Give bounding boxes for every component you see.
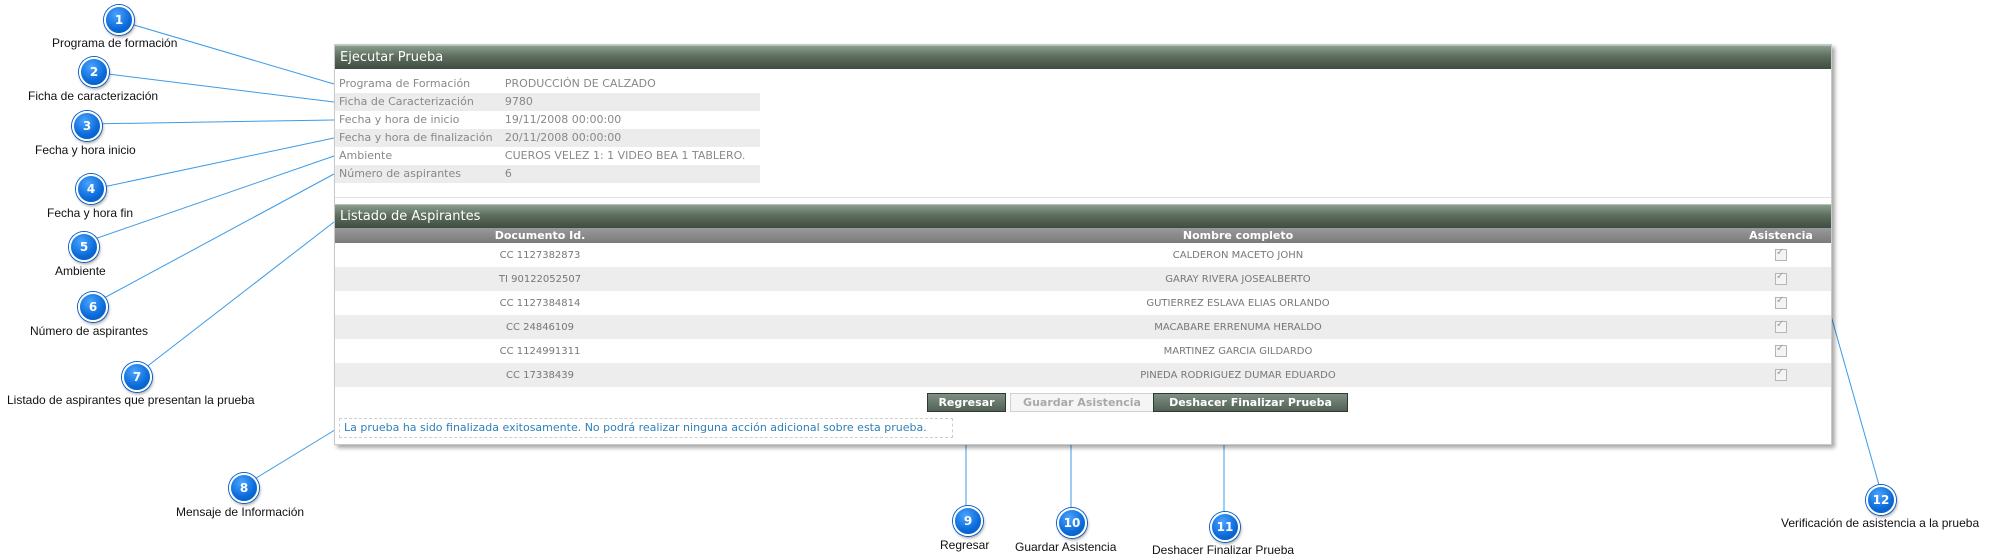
cell-asistencia	[1731, 291, 1831, 315]
callout-bubble-6: 6	[78, 292, 108, 322]
cell-asistencia	[1731, 267, 1831, 291]
callout-bubble-9: 9	[953, 506, 983, 536]
field-programa: Programa de Formación PRODUCCIÓN DE CALZ…	[335, 75, 760, 93]
table-row: CC 1124991311 MARTINEZ GARCIA GILDARDO	[335, 339, 1831, 363]
field-label: Ficha de Caracterización	[339, 95, 474, 108]
divider	[335, 197, 1831, 198]
callout-bubble-8: 8	[229, 473, 259, 503]
field-ficha: Ficha de Caracterización 9780	[335, 93, 760, 111]
cell-documento: CC 1124991311	[499, 345, 581, 357]
field-value: 19/11/2008 00:00:00	[504, 113, 622, 126]
column-header-asistencia[interactable]: Asistencia	[1731, 228, 1831, 243]
aspirantes-header: Listado de Aspirantes	[335, 204, 1831, 228]
cell-documento: CC 17338439	[335, 363, 745, 387]
table-row: CC 17338439 PINEDA RODRIGUEZ DUMAR EDUAR…	[335, 363, 1831, 387]
asistencia-checkbox[interactable]	[1775, 343, 1787, 357]
panel-header: Ejecutar Prueba	[335, 45, 1831, 69]
callout-label-12: Verificación de asistencia a la prueba	[1781, 516, 1980, 530]
field-fecha-inicio: Fecha y hora de inicio 19/11/2008 00:00:…	[335, 111, 760, 129]
cell-nombre: PINEDA RODRIGUEZ DUMAR EDUARDO	[745, 363, 1731, 387]
cell-documento: CC 24846109	[335, 315, 745, 339]
info-message: La prueba ha sido finalizada exitosament…	[339, 418, 953, 438]
callout-label-4: Fecha y hora fin	[47, 206, 134, 220]
field-label: Ambiente	[339, 149, 393, 162]
callout-bubble-3: 3	[72, 111, 102, 141]
callout-bubble-12: 12	[1866, 485, 1896, 515]
callout-label-8: Mensaje de Información	[176, 505, 305, 519]
field-label: Fecha y hora de inicio	[339, 113, 460, 126]
asistencia-checkbox[interactable]	[1775, 247, 1787, 261]
ejecutar-prueba-panel: Ejecutar Prueba Programa de Formación PR…	[334, 44, 1832, 445]
field-label: Número de aspirantes	[339, 167, 461, 180]
callout-bubble-2: 2	[79, 57, 109, 87]
callout-label-1: Programa de formación	[52, 36, 178, 50]
callout-label-11: Deshacer Finalizar Prueba	[1152, 543, 1295, 557]
cell-nombre: MACABARE ERRENUMA HERALDO	[745, 315, 1731, 339]
column-header-nombre[interactable]: Nombre completo	[745, 228, 1731, 243]
asistencia-checkbox[interactable]	[1775, 271, 1787, 285]
asistencia-checkbox[interactable]	[1775, 295, 1787, 309]
column-header-documento[interactable]: Documento Id.	[335, 228, 745, 243]
asistencia-checkbox[interactable]	[1775, 367, 1787, 381]
cell-nombre: GARAY RIVERA JOSEALBERTO	[745, 267, 1731, 291]
table-row: CC 24846109 MACABARE ERRENUMA HERALDO	[335, 315, 1831, 339]
table-row: CC 1127382873 CALDERON MACETO JOHN	[335, 243, 1831, 267]
callout-label-5: Ambiente	[55, 264, 106, 278]
callout-bubble-1: 1	[104, 5, 134, 35]
field-value: 6	[504, 167, 512, 180]
field-label: Fecha y hora de finalización	[339, 131, 493, 144]
field-value: CUEROS VELEZ 1: 1 VIDEO BEA 1 TABLERO.	[504, 149, 746, 162]
field-value: PRODUCCIÓN DE CALZADO	[504, 77, 656, 90]
aspirantes-table: Documento Id. Nombre completo Asistencia…	[335, 228, 1831, 387]
callout-label-3: Fecha y hora inicio	[35, 143, 136, 157]
cell-documento: TI 90122052507	[335, 267, 745, 291]
guardar-asistencia-button[interactable]: Guardar Asistencia	[1010, 393, 1154, 412]
regresar-button[interactable]: Regresar	[927, 393, 1006, 412]
asistencia-checkbox[interactable]	[1775, 319, 1787, 333]
callout-label-10: Guardar Asistencia	[1015, 540, 1117, 554]
field-ambiente: Ambiente CUEROS VELEZ 1: 1 VIDEO BEA 1 T…	[335, 147, 760, 165]
cell-nombre: GUTIERREZ ESLAVA ELIAS ORLANDO	[1146, 297, 1330, 309]
cell-documento: CC 1127384814	[499, 297, 581, 309]
field-numero-aspirantes: Número de aspirantes 6	[335, 165, 760, 183]
callout-label-7: Listado de aspirantes que presentan la p…	[7, 393, 255, 407]
cell-asistencia	[1731, 243, 1831, 267]
table-header-row: Documento Id. Nombre completo Asistencia	[335, 228, 1831, 243]
prueba-details: Programa de Formación PRODUCCIÓN DE CALZ…	[335, 69, 1831, 183]
field-fecha-fin: Fecha y hora de finalización 20/11/2008 …	[335, 129, 760, 147]
callout-bubble-7: 7	[122, 362, 152, 392]
callout-bubble-5: 5	[69, 232, 99, 262]
cell-nombre: MARTINEZ GARCIA GILDARDO	[1163, 345, 1313, 357]
field-value: 20/11/2008 00:00:00	[504, 131, 622, 144]
cell-asistencia	[1731, 315, 1831, 339]
field-value: 9780	[504, 95, 533, 108]
callout-bubble-4: 4	[76, 174, 106, 204]
table-row: CC 1127384814 GUTIERREZ ESLAVA ELIAS ORL…	[335, 291, 1831, 315]
cell-documento: CC 1127382873	[499, 249, 581, 261]
table-row: TI 90122052507 GARAY RIVERA JOSEALBERTO	[335, 267, 1831, 291]
button-bar: Regresar Guardar Asistencia Deshacer Fin…	[335, 390, 1831, 416]
callout-label-6: Número de aspirantes	[30, 324, 149, 338]
callout-bubble-10: 10	[1057, 508, 1087, 538]
callout-label-9: Regresar	[940, 538, 990, 552]
cell-asistencia	[1731, 363, 1831, 387]
field-label: Programa de Formación	[339, 77, 471, 90]
deshacer-finalizar-button[interactable]: Deshacer Finalizar Prueba	[1153, 393, 1348, 412]
callout-bubble-11: 11	[1210, 512, 1240, 542]
cell-asistencia	[1731, 339, 1831, 363]
callout-label-2: Ficha de caracterización	[28, 89, 159, 103]
cell-nombre: CALDERON MACETO JOHN	[1172, 249, 1304, 261]
